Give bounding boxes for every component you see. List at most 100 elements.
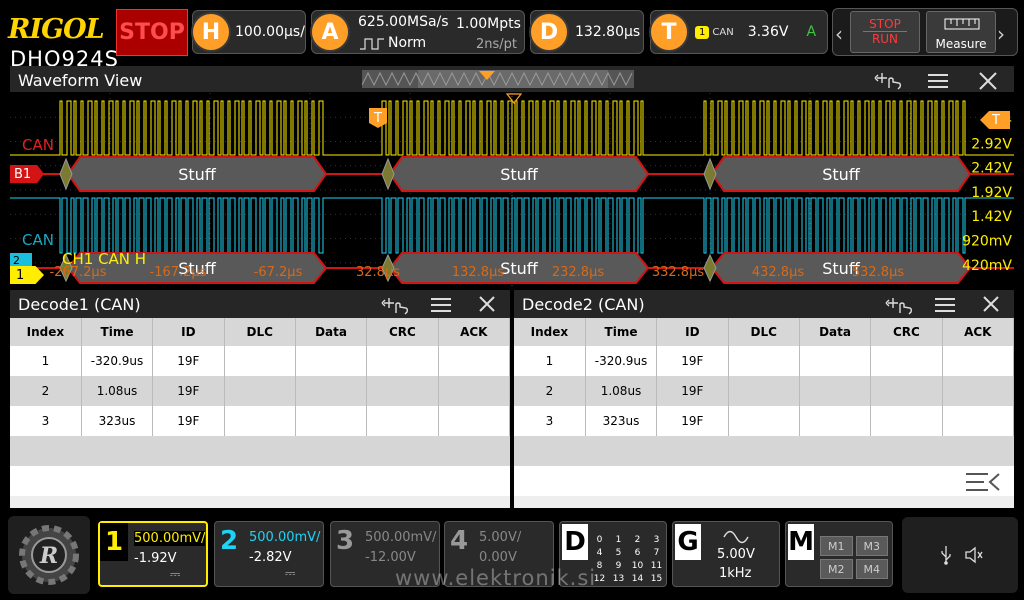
table-cell <box>585 466 657 496</box>
column-header[interactable]: DLC <box>728 318 800 346</box>
column-header[interactable]: ID <box>152 318 225 346</box>
table-row[interactable]: 1 -320.9us 19F <box>10 346 511 376</box>
run-state-indicator[interactable]: STOP <box>116 9 188 56</box>
drag-icon[interactable] <box>884 295 914 315</box>
table-cell <box>656 436 729 466</box>
close-icon[interactable] <box>478 295 496 313</box>
table-cell <box>295 436 367 466</box>
column-header[interactable]: Index <box>514 318 586 346</box>
collapse-menu-icon[interactable] <box>964 470 1002 496</box>
math-panel[interactable]: M M1 M3 M2 M4 <box>785 521 893 587</box>
math-m4-button[interactable]: M4 <box>855 559 888 579</box>
table-row[interactable] <box>514 466 1014 496</box>
table-cell <box>799 436 871 466</box>
column-header[interactable]: ACK <box>438 318 511 346</box>
acquire-panel[interactable]: A 625.00MSa/s 1.00Mpts Norm 2ns/pt <box>310 10 525 54</box>
digital-bit: 14 <box>631 574 644 584</box>
measure-button[interactable]: Measure <box>926 11 996 53</box>
menu-icon[interactable] <box>928 73 948 89</box>
table-row[interactable]: 3 323us 19F <box>514 406 1015 436</box>
channel-offset: -12.00V <box>365 550 416 565</box>
chevron-left-icon[interactable]: ‹ <box>835 22 843 46</box>
column-header[interactable]: CRC <box>366 318 439 346</box>
column-header[interactable]: CRC <box>870 318 943 346</box>
table-row[interactable] <box>10 466 510 496</box>
column-header[interactable]: Data <box>799 318 872 346</box>
channel-offset: -2.82V <box>249 550 292 565</box>
column-header[interactable]: ACK <box>942 318 1015 346</box>
table-row[interactable]: 2 1.08us 19F <box>514 376 1015 406</box>
table-cell <box>799 466 871 496</box>
table-row[interactable]: 2 1.08us 19F <box>10 376 511 406</box>
run-stop-button[interactable]: STOP RUN <box>850 11 920 53</box>
drag-icon[interactable] <box>873 70 903 90</box>
table-cell <box>942 376 1015 406</box>
column-header[interactable]: ID <box>656 318 729 346</box>
table-cell <box>438 346 511 376</box>
math-m2-button[interactable]: M2 <box>820 559 853 579</box>
home-button[interactable]: R <box>8 516 90 594</box>
column-header[interactable]: Time <box>585 318 658 346</box>
measure-label: Measure <box>935 37 987 51</box>
digital-badge: D <box>562 524 588 560</box>
ruler-icon <box>944 18 980 30</box>
channel-2-panel[interactable]: 2 500.00mV/ -2.82V ⎓ <box>214 521 324 587</box>
column-header[interactable]: Time <box>81 318 154 346</box>
table-cell: -320.9us <box>81 346 154 376</box>
table-cell <box>799 406 872 436</box>
table-cell <box>152 466 225 496</box>
trigger-panel[interactable]: T 1 CAN 3.36V A <box>649 10 828 54</box>
drag-icon[interactable] <box>380 295 410 315</box>
close-icon[interactable] <box>978 71 998 91</box>
digital-bit: 3 <box>653 535 660 545</box>
table-row[interactable] <box>514 436 1014 466</box>
table-cell: -320.9us <box>585 346 658 376</box>
table-cell <box>870 376 943 406</box>
math-badge: M <box>788 524 814 560</box>
table-cell <box>656 466 729 496</box>
horizontal-panel[interactable]: H 100.00µs/ <box>191 10 306 54</box>
table-row[interactable]: 1 -320.9us 19F <box>514 346 1015 376</box>
menu-icon[interactable] <box>935 297 955 313</box>
digital-bit: 1 <box>615 535 622 545</box>
volt-tick-label: 1.42V <box>971 209 1012 225</box>
math-m1-button[interactable]: M1 <box>820 536 853 556</box>
table-cell <box>942 406 1015 436</box>
table-cell <box>152 436 225 466</box>
channel-1-panel[interactable]: 1 500.00mV/ -1.92V ⎓ <box>98 521 208 587</box>
decode1-header: Decode1 (CAN) <box>10 290 510 318</box>
table-cell <box>870 436 943 466</box>
table-cell <box>728 346 800 376</box>
bus1-tag[interactable]: B1 <box>10 165 44 183</box>
chevron-right-icon[interactable]: › <box>997 22 1005 46</box>
table-cell <box>366 406 439 436</box>
speaker-mute-icon[interactable] <box>964 545 984 565</box>
delay-panel[interactable]: D 132.80µs <box>529 10 644 54</box>
close-icon[interactable] <box>982 295 1000 313</box>
waveform-display[interactable]: StuffStuffStuff StuffStuffStuff 3.42.92V… <box>10 93 1014 287</box>
column-header[interactable]: DLC <box>224 318 296 346</box>
table-cell <box>10 466 82 496</box>
channel-scale: 500.00mV/ <box>134 531 206 546</box>
memory-overview[interactable] <box>362 70 634 88</box>
table-cell: 2 <box>10 376 82 406</box>
rigol-gear-icon: R <box>19 525 79 585</box>
generator-panel[interactable]: G 5.00V 1kHz <box>672 521 780 587</box>
table-row[interactable] <box>10 436 510 466</box>
horizontal-badge: H <box>191 12 231 52</box>
timebase-value: 100.00µs/ <box>235 24 305 40</box>
digital-bit: 2 <box>634 535 641 545</box>
bus-sof-marker <box>59 157 73 191</box>
menu-icon[interactable] <box>431 297 451 313</box>
ch2-tag[interactable]: 2 <box>10 253 32 267</box>
table-cell <box>366 466 439 496</box>
digital-bit: 15 <box>650 574 663 584</box>
bus-frame-label: Stuff <box>178 165 217 184</box>
table-row[interactable]: 3 323us 19F <box>10 406 511 436</box>
watermark: www.elektronik.si <box>395 566 597 590</box>
math-m3-button[interactable]: M3 <box>855 536 888 556</box>
column-header[interactable]: Data <box>295 318 368 346</box>
column-header[interactable]: Index <box>10 318 82 346</box>
table-cell: 323us <box>81 406 154 436</box>
channel-offset: -1.92V <box>134 551 177 566</box>
